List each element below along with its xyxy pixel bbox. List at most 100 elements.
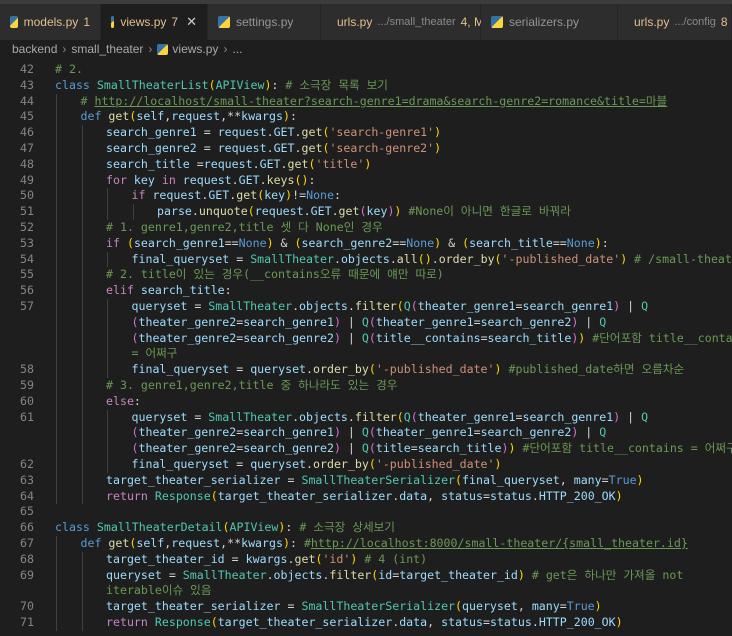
code-line[interactable]: 70 target_theater_serializer = SmallTheat… <box>0 599 732 615</box>
code-text: # 3. genre1,genre2,title 중 하나라도 있는 경우 <box>106 378 397 394</box>
code-line[interactable]: iterable이슈 있음 <box>0 583 732 600</box>
breadcrumb-item[interactable]: views.py <box>172 42 218 56</box>
code-line[interactable]: 63 target_theater_serializer = SmallTheat… <box>0 472 732 489</box>
code-line[interactable]: 69 queryset = SmallTheater.objects.filter… <box>0 567 732 584</box>
indent-guide <box>107 314 108 331</box>
indent-guide <box>81 362 83 378</box>
indent-guide <box>56 109 57 126</box>
code-line[interactable]: (theater_genre2=search_genre2) | Q(title… <box>0 330 732 347</box>
line-number: 57 <box>20 298 34 313</box>
code-text: search_genre2 = request.GET.get('search-… <box>106 141 441 157</box>
code-token: . <box>331 204 339 219</box>
breadcrumb-item[interactable]: ... <box>232 42 242 56</box>
code-token: search_genre1 <box>522 298 614 313</box>
breadcrumb-item[interactable]: small_theater <box>71 42 143 56</box>
code-text: queryset = SmallTheater.objects.filter(i… <box>106 568 683 584</box>
code-token: = <box>473 425 481 440</box>
code-token: get <box>301 140 323 155</box>
close-icon[interactable]: ✕ <box>186 14 197 30</box>
code-line[interactable]: 66 class SmallTheaterDetail(APIView): # 소… <box>0 520 732 536</box>
code-text: class SmallTheaterList(APIView): # 소극장 목… <box>55 78 388 94</box>
indent-guide <box>132 204 134 220</box>
tab-urls-py-5[interactable]: urls.py .../config 8 <box>618 4 732 40</box>
tab-serializers-py[interactable]: serializers.py <box>481 4 618 40</box>
code-line[interactable]: 50 if request.GET.get(key)!=None: <box>0 188 732 205</box>
code-line[interactable]: 61 queryset = SmallTheater.objects.filter… <box>0 409 732 426</box>
code-line[interactable]: 44 # http://localhost/small-theater?searc… <box>0 93 732 110</box>
code-token: , <box>427 488 442 503</box>
indent-guide <box>81 251 83 268</box>
code-token: unquote <box>198 204 248 219</box>
code-token: : <box>285 520 300 535</box>
indent-guide <box>56 393 57 410</box>
code-token: Q <box>361 425 369 440</box>
code-line[interactable]: 59 # 3. genre1,genre2,title 중 하나라도 있는 경우 <box>0 377 732 394</box>
code-line[interactable]: 68 target_theater_id = kwargs.get('id') #… <box>0 551 732 568</box>
code-token: # <box>80 93 95 108</box>
code-line[interactable]: = 어쩌구 <box>0 346 732 363</box>
code-token: theater_genre2 <box>138 330 237 345</box>
code-token: Q <box>599 314 607 329</box>
code-line[interactable]: 65 <box>0 504 732 520</box>
code-line[interactable]: 46 search_genre1 = request.GET.get('searc… <box>0 125 732 141</box>
indent-guide <box>107 251 108 268</box>
code-token: target_theater_serializer <box>217 614 393 629</box>
code-line[interactable]: (theater_genre2=search_genre2) | Q(title… <box>0 441 732 457</box>
code-token: SmallTheaterSerializer <box>301 599 456 614</box>
code-token: = <box>482 488 490 503</box>
code-line[interactable]: 58 final_queryset = queryset.order_by('-p… <box>0 362 732 378</box>
code-editor[interactable]: 42 # 2. 43 class SmallTheaterList(APIView):… <box>0 62 732 636</box>
tab-urls-py-3[interactable]: urls.py .../small_theater 4, M <box>321 4 484 40</box>
line-number: 69 <box>20 567 34 582</box>
code-token: order_by <box>313 456 369 471</box>
breadcrumb: backend › small_theater › views.py ›... <box>0 40 732 58</box>
code-token: Q <box>361 441 369 456</box>
code-line[interactable]: 60 else: <box>0 393 732 410</box>
code-line[interactable]: 54 final_queryset = SmallTheater.objects.… <box>0 251 732 268</box>
tab-settings-py[interactable]: settings.py <box>208 4 321 40</box>
code-token: theater_genre2 <box>138 441 237 456</box>
code-token: request <box>203 156 253 171</box>
code-line[interactable]: 62 final_queryset = queryset.order_by('-p… <box>0 456 732 473</box>
code-line[interactable]: 49 for key in request.GET.keys(): <box>0 172 732 189</box>
code-token: search_genre2 <box>301 235 393 250</box>
code-line[interactable]: 57 queryset = SmallTheater.objects.filter… <box>0 298 732 315</box>
code-line[interactable]: 56 elif search_title: <box>0 283 732 299</box>
code-token: search_genre1 <box>522 409 614 424</box>
code-token: : <box>334 188 341 203</box>
code-line[interactable]: 55 # 2. title이 있는 경우(__contains오류 때문에 얘만 … <box>0 267 732 284</box>
code-token: '-published_date' <box>501 251 621 266</box>
code-token: GET <box>238 172 260 187</box>
code-token: final_queryset <box>131 456 230 471</box>
tab-models-py[interactable]: models.py 1 <box>0 4 101 40</box>
code-token: APIView <box>215 77 265 92</box>
indent-guide <box>81 219 83 236</box>
code-token: objects <box>340 251 390 266</box>
code-line[interactable]: 51 parse.unquote(request.GET.get(key)) #N… <box>0 204 732 220</box>
code-line[interactable]: 67 def get(self,request,**kwargs): #http:… <box>0 535 732 552</box>
code-line[interactable]: (theater_genre2=search_genre1) | Q(theat… <box>0 314 732 331</box>
code-line[interactable]: 42 # 2. <box>0 62 732 78</box>
code-token: . <box>294 125 302 140</box>
code-line[interactable]: 52 # 1. genre1,genre2,title 셋 다 None인 경우 <box>0 219 732 236</box>
code-token: = <box>196 125 218 140</box>
code-line[interactable]: 64 return Response(target_theater_seriali… <box>0 488 732 505</box>
code-token: kwargs <box>241 535 283 550</box>
code-line[interactable]: 47 search_genre2 = request.GET.get('searc… <box>0 140 732 157</box>
code-line[interactable]: 43 class SmallTheaterList(APIView): # 소극장… <box>0 78 732 94</box>
code-line[interactable]: 53 if (search_genre1==None) & (search_gen… <box>0 235 732 252</box>
tab-views-py[interactable]: views.py 7 ✕ <box>101 4 208 40</box>
code-line[interactable]: 48 search_title =request.GET.get('title') <box>0 156 732 173</box>
code-text: return Response(target_theater_serialize… <box>106 615 623 631</box>
breadcrumb-item[interactable]: backend <box>12 42 57 56</box>
code-token: search_title <box>417 441 502 456</box>
tab-label: models.py <box>23 15 79 29</box>
code-token: . <box>231 172 239 187</box>
code-token: None <box>238 235 267 250</box>
code-line[interactable]: (theater_genre2=search_genre1) | Q(theat… <box>0 425 732 442</box>
code-token: search_genre2 <box>243 441 334 456</box>
code-line[interactable]: 45 def get(self,request,**kwargs): <box>0 109 732 126</box>
code-token: all <box>396 251 418 266</box>
code-line[interactable]: 71 return Response(target_theater_seriali… <box>0 614 732 631</box>
code-token: search_genre2 <box>480 314 572 329</box>
